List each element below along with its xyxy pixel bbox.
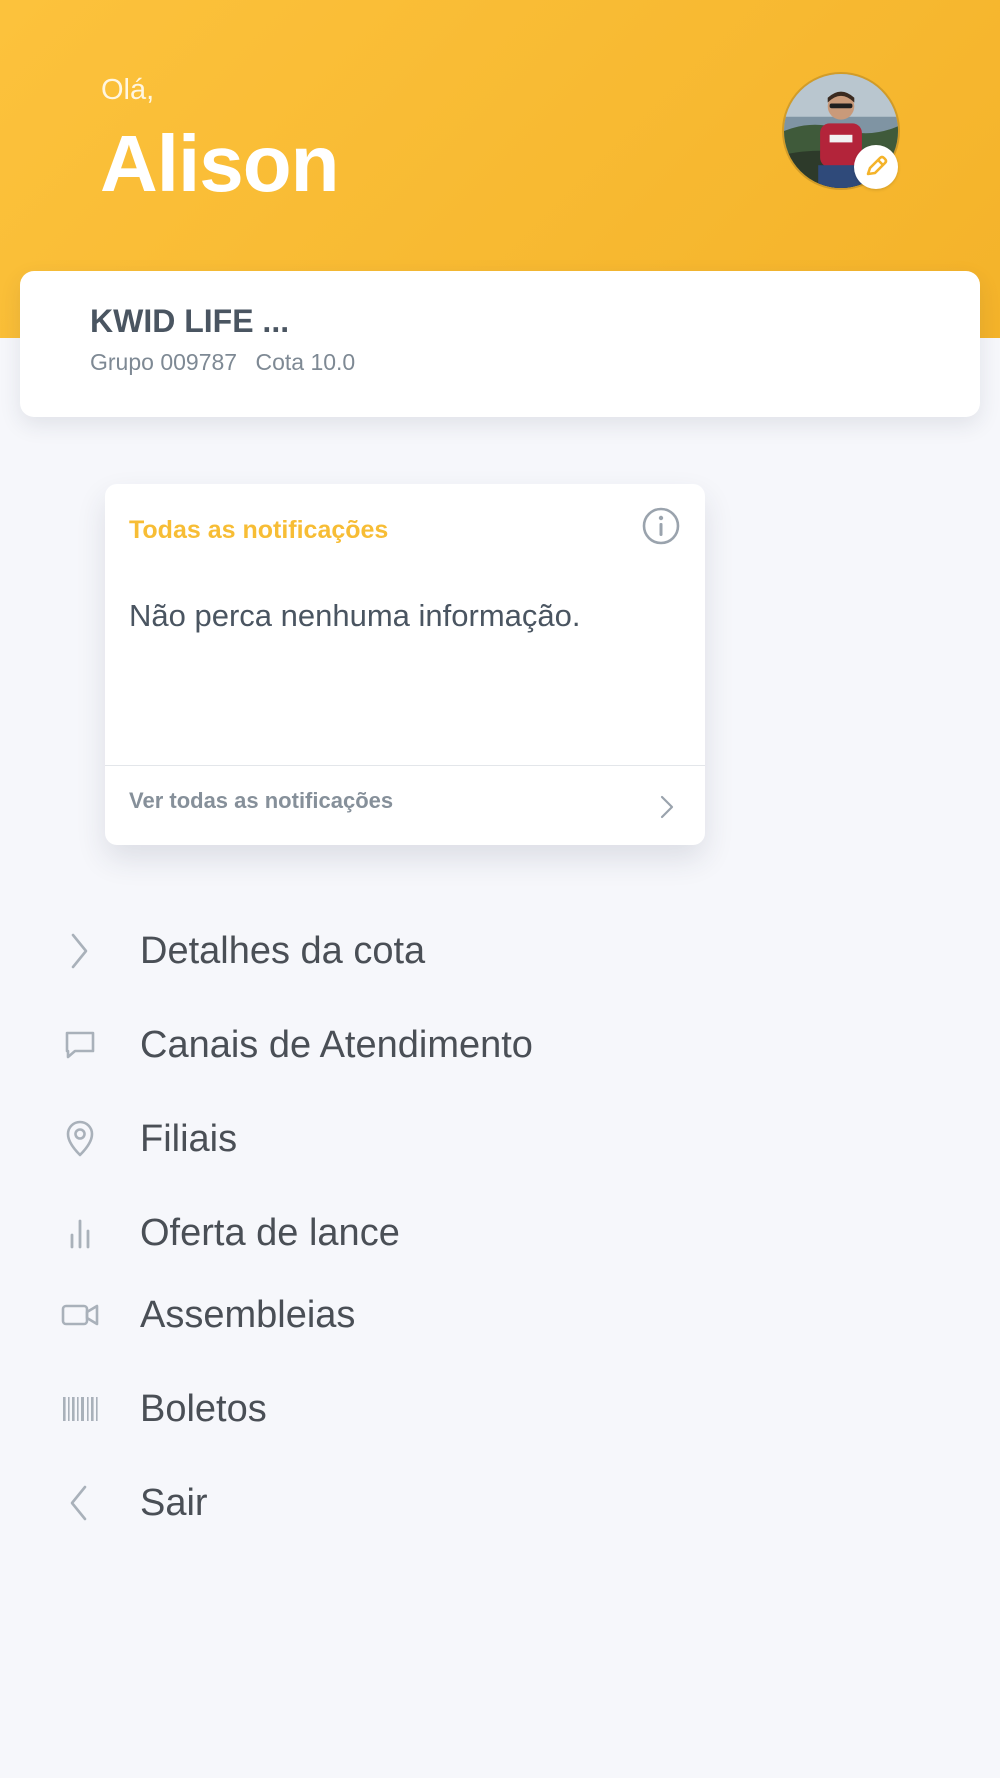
barcode-icon bbox=[63, 1397, 98, 1421]
notifications-card: Todas as notificações Não perca nenhuma … bbox=[105, 484, 705, 845]
quota-title: KWID LIFE ... bbox=[90, 303, 290, 339]
view-all-notifications-link[interactable]: Ver todas as notificações bbox=[105, 766, 705, 845]
user-name: Alison bbox=[100, 119, 339, 208]
menu-item-label: Detalhes da cota bbox=[140, 930, 426, 972]
chevron-right-icon bbox=[660, 795, 674, 819]
menu-item-label: Canais de Atendimento bbox=[140, 1024, 533, 1066]
edit-avatar-button[interactable] bbox=[854, 145, 898, 189]
group-number: Grupo 009787 bbox=[90, 349, 238, 375]
menu-item-label: Filiais bbox=[140, 1118, 238, 1160]
greeting: Olá, bbox=[101, 74, 155, 106]
menu-item-assembleias[interactable]: Assembleias bbox=[50, 1280, 750, 1350]
menu-item-sair[interactable]: Sair bbox=[50, 1468, 750, 1538]
location-pin-icon bbox=[66, 1120, 94, 1157]
info-icon[interactable] bbox=[641, 506, 681, 546]
menu-item-canais-de-atendimento[interactable]: Canais de Atendimento bbox=[50, 1010, 750, 1080]
quota-number: Cota 10.0 bbox=[255, 349, 356, 375]
chevron-left-icon bbox=[70, 1485, 87, 1521]
menu-item-filiais[interactable]: Filiais bbox=[50, 1104, 750, 1174]
menu-item-label: Oferta de lance bbox=[140, 1212, 400, 1254]
menu-item-boletos[interactable]: Boletos bbox=[50, 1374, 750, 1444]
view-all-notifications-label: Ver todas as notificações bbox=[129, 788, 394, 813]
video-camera-icon bbox=[61, 1304, 99, 1326]
chat-bubble-icon bbox=[65, 1031, 95, 1059]
menu-item-label: Assembleias bbox=[140, 1294, 356, 1336]
notifications-title: Todas as notificações bbox=[129, 516, 389, 544]
bar-chart-icon bbox=[70, 1219, 90, 1249]
menu-item-label: Sair bbox=[140, 1482, 208, 1524]
quota-subtitle: Grupo 009787 Cota 10.0 bbox=[90, 349, 355, 376]
quota-card[interactable]: KWID LIFE ... Grupo 009787 Cota 10.0 bbox=[20, 271, 980, 417]
menu-item-detalhes-da-cota[interactable]: Detalhes da cota bbox=[50, 916, 750, 986]
menu-item-oferta-de-lance[interactable]: Oferta de lance bbox=[50, 1198, 750, 1268]
menu-item-label: Boletos bbox=[140, 1388, 267, 1430]
pencil-icon bbox=[866, 155, 888, 176]
chevron-right-icon bbox=[71, 933, 88, 969]
notifications-message: Não perca nenhuma informação. bbox=[129, 598, 581, 633]
